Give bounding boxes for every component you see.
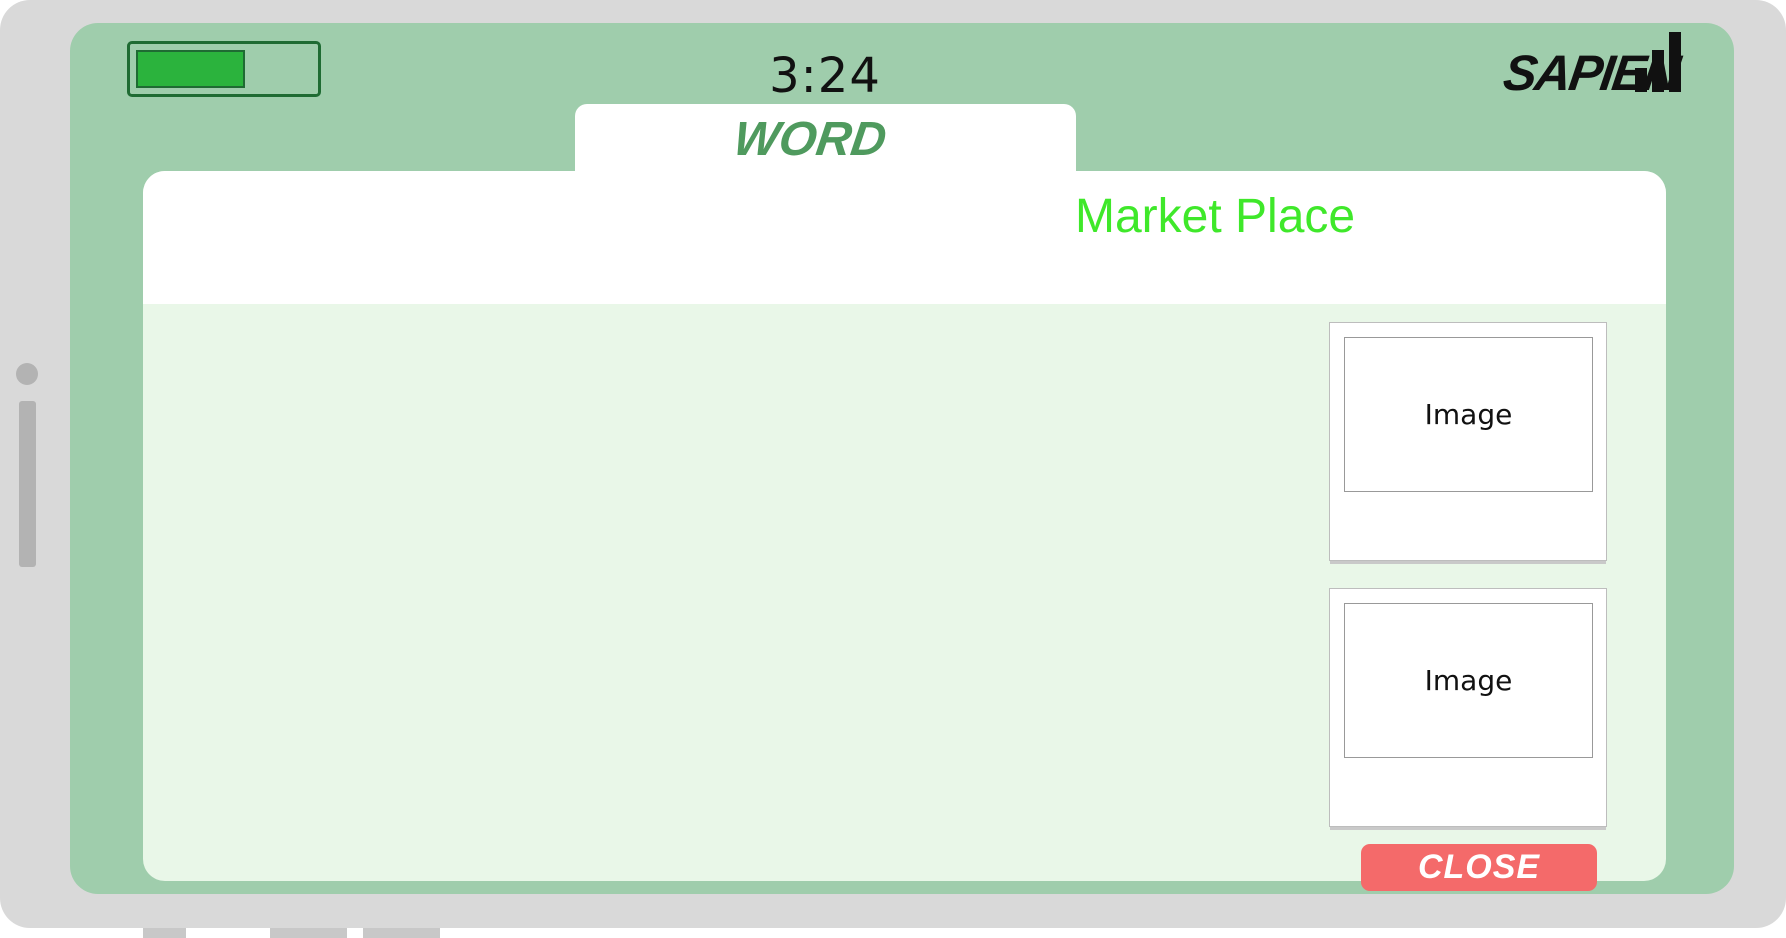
signal-bars-icon [1635, 32, 1683, 92]
device-side-button [19, 401, 36, 567]
battery-icon [127, 41, 321, 97]
market-item-card[interactable]: Image [1329, 322, 1607, 561]
device-foot [143, 928, 186, 938]
device-foot [270, 928, 347, 938]
battery-level-fill [136, 50, 245, 88]
image-placeholder: Image [1344, 337, 1593, 492]
market-place-panel: Market Place Image Image [143, 171, 1666, 881]
image-placeholder-label: Image [1424, 664, 1513, 697]
market-item-card[interactable]: Image [1329, 588, 1607, 827]
page-title: Market Place [1075, 190, 1356, 243]
tab-word-label: WORD [730, 113, 890, 166]
status-time: 3:24 [769, 48, 881, 104]
device-sensor-dot [16, 363, 38, 385]
image-placeholder: Image [1344, 603, 1593, 758]
image-placeholder-label: Image [1424, 398, 1513, 431]
close-button[interactable]: CLOSE [1361, 844, 1597, 891]
device-foot [363, 928, 440, 938]
panel-header: Market Place [143, 171, 1666, 304]
